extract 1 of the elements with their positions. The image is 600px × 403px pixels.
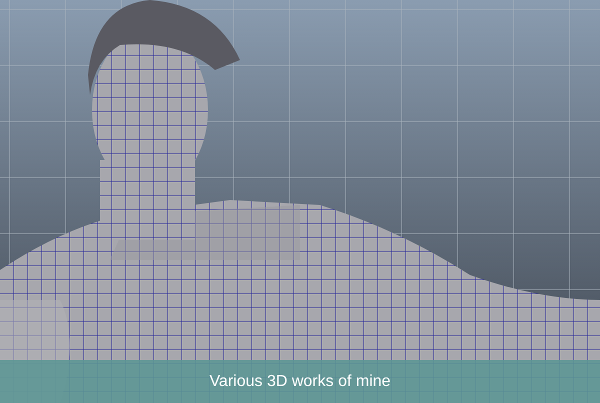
caption-text: Various 3D works of mine — [209, 372, 391, 390]
